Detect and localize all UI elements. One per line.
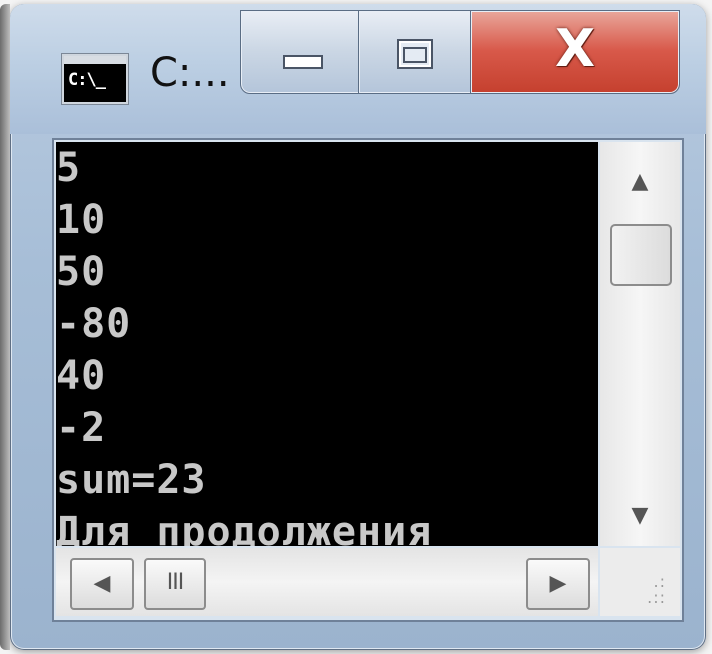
horizontal-scroll-thumb[interactable]: III [144, 558, 206, 610]
close-button[interactable]: X [470, 10, 680, 94]
resize-grip-icon[interactable]: .:.:: [600, 548, 680, 616]
scroll-left-arrow-icon[interactable]: ◀ [70, 558, 134, 610]
console-line: -2 [56, 405, 107, 451]
maximize-icon [397, 39, 433, 69]
console-output[interactable]: 5 10 50 -80 40 -2 sum=23 Для продолжения [56, 142, 598, 546]
vertical-scroll-thumb[interactable] [610, 224, 672, 286]
console-app-icon[interactable]: C:\_ [62, 54, 128, 104]
console-line: -80 [56, 301, 132, 347]
console-line: Для продолжения [56, 509, 433, 546]
icon-titlebar-strip [64, 56, 126, 64]
console-line: 10 [56, 197, 107, 243]
console-client-area: 5 10 50 -80 40 -2 sum=23 Для продолжения… [52, 138, 684, 622]
icon-label: C:\_ [68, 70, 106, 90]
maximize-button[interactable] [358, 10, 472, 94]
scroll-up-arrow-icon[interactable]: ▲ [600, 152, 680, 212]
close-icon: X [554, 19, 596, 79]
console-line: sum=23 [56, 457, 207, 503]
horizontal-scrollbar[interactable]: ◀ III ▶ [56, 548, 598, 616]
minimize-icon [283, 55, 323, 69]
console-line: 5 [56, 145, 82, 191]
grip-dots: .:.:: [647, 572, 666, 607]
window-title: C:... [150, 50, 230, 96]
console-line: 50 [56, 249, 107, 295]
vertical-scrollbar[interactable]: ▲ ▼ [600, 142, 680, 546]
minimize-button[interactable] [240, 10, 360, 94]
scroll-down-arrow-icon[interactable]: ▼ [600, 486, 680, 546]
console-line: 40 [56, 353, 107, 399]
console-window: C:\_ C:... X 5 10 50 -80 40 -2 sum=23 Дл… [0, 4, 706, 650]
scroll-right-arrow-icon[interactable]: ▶ [526, 558, 590, 610]
title-bar[interactable]: C:\_ C:... X [10, 4, 706, 134]
